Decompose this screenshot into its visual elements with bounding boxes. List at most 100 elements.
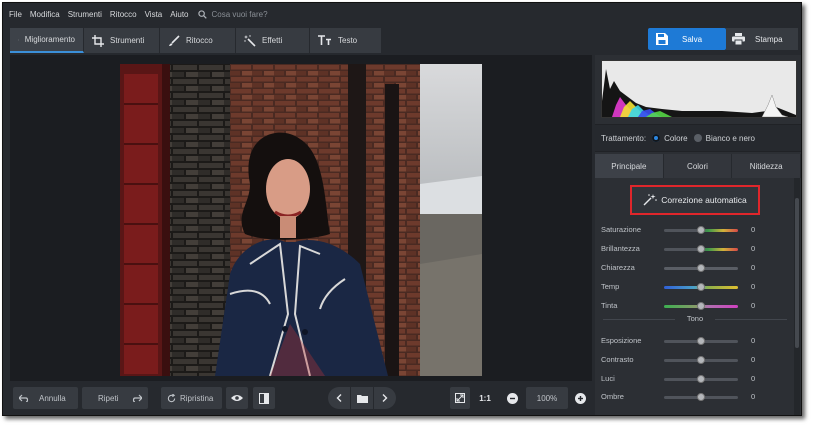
tab-label: Strumenti — [110, 36, 145, 45]
slider-value: 0 — [751, 355, 756, 364]
histogram-graph — [602, 61, 796, 118]
slider-track[interactable] — [664, 226, 738, 234]
panel-scrollbar[interactable] — [794, 178, 800, 415]
chevron-left-icon — [336, 394, 342, 402]
tab-nitidezza-label: Nitidezza — [749, 161, 783, 171]
color-radio-label[interactable]: Colore — [664, 134, 688, 143]
next-image-button[interactable] — [374, 387, 396, 409]
slider-track[interactable] — [664, 264, 738, 272]
actual-size-button[interactable]: 1:1 — [475, 387, 495, 409]
slider-contrasto[interactable]: Contrasto 0 — [595, 354, 795, 366]
reset-button[interactable]: Ripristina — [161, 387, 222, 409]
slider-label: Contrasto — [601, 355, 634, 364]
slider-knob[interactable] — [697, 302, 705, 310]
slider-knob[interactable] — [697, 245, 705, 253]
undo-icon — [19, 394, 29, 402]
bw-radio[interactable] — [693, 134, 702, 142]
tab-label: Testo — [338, 36, 358, 45]
bottom-bar: Annulla Ripeti Ripristina 1:1 100% — [10, 383, 592, 413]
zoom-out-icon — [506, 392, 518, 404]
slider-knob[interactable] — [697, 264, 705, 272]
search-box[interactable]: Cosa vuoi fare? — [198, 9, 268, 19]
slider-track[interactable] — [664, 393, 738, 401]
brush-icon — [169, 34, 180, 46]
treatment-label: Trattamento: — [601, 133, 647, 143]
eye-icon — [231, 395, 243, 401]
undo-button[interactable]: Annulla — [13, 387, 78, 409]
menu-strumenti[interactable]: Strumenti — [68, 10, 102, 19]
tab-principale[interactable]: Principale — [595, 154, 664, 178]
zoom-level-field[interactable]: 100% — [526, 387, 568, 409]
chevron-right-icon — [382, 394, 388, 402]
auto-correction-button[interactable]: Correzione automatica — [630, 185, 760, 215]
tab-testo[interactable]: Testo — [310, 28, 382, 53]
prev-image-button[interactable] — [328, 387, 350, 409]
fit-screen-button[interactable] — [450, 387, 470, 409]
slider-track[interactable] — [664, 302, 738, 310]
tab-principale-label: Principale — [611, 161, 647, 171]
tab-effetti[interactable]: Effetti — [236, 28, 310, 53]
slider-knob[interactable] — [697, 375, 705, 383]
tab-label: Miglioramento — [24, 35, 75, 44]
slider-track[interactable] — [664, 337, 738, 345]
magic-wand-icon — [244, 34, 256, 47]
tab-nitidezza[interactable]: Nitidezza — [732, 154, 801, 178]
slider-value: 0 — [751, 225, 756, 234]
bw-radio-label[interactable]: Bianco e nero — [706, 134, 755, 143]
search-icon — [198, 9, 208, 19]
slider-luci[interactable]: Luci 0 — [595, 373, 795, 385]
menu-ritocco[interactable]: Ritocco — [110, 10, 137, 19]
save-icon — [656, 33, 668, 45]
save-button[interactable]: Salva — [648, 28, 726, 50]
preview-toggle-button[interactable] — [226, 387, 248, 409]
tab-label: Ritocco — [186, 36, 213, 45]
slider-knob[interactable] — [697, 356, 705, 364]
redo-button[interactable]: Ripeti — [82, 387, 148, 409]
print-label: Stampa — [755, 34, 783, 44]
slider-track[interactable] — [664, 375, 738, 383]
slider-knob[interactable] — [697, 283, 705, 291]
slider-tinta[interactable]: Tinta 0 — [595, 300, 795, 312]
tab-strumenti[interactable]: Strumenti — [84, 28, 160, 53]
menu-vista[interactable]: Vista — [145, 10, 163, 19]
image-canvas[interactable] — [10, 55, 592, 381]
slider-value: 0 — [751, 374, 756, 383]
open-folder-button[interactable] — [351, 387, 373, 409]
slider-track[interactable] — [664, 283, 738, 291]
fit-screen-icon — [455, 393, 465, 403]
slider-track[interactable] — [664, 245, 738, 253]
print-button[interactable]: Stampa — [726, 28, 798, 50]
tab-ritocco[interactable]: Ritocco — [160, 28, 236, 53]
redo-label: Ripeti — [98, 393, 119, 403]
color-radio[interactable] — [652, 134, 661, 142]
slider-label: Temp — [601, 282, 620, 291]
tab-miglioramento[interactable]: Miglioramento — [10, 28, 84, 53]
slider-knob[interactable] — [697, 337, 705, 345]
photo-image — [120, 64, 482, 376]
slider-label: Ombre — [601, 392, 624, 401]
slider-track[interactable] — [664, 356, 738, 364]
slider-esposizione[interactable]: Esposizione 0 — [595, 335, 795, 347]
slider-brillantezza[interactable]: Brillantezza 0 — [595, 243, 795, 255]
slider-value: 0 — [751, 263, 756, 272]
slider-saturazione[interactable]: Saturazione 0 — [595, 224, 795, 236]
compare-button[interactable] — [253, 387, 275, 409]
menu-modifica[interactable]: Modifica — [30, 10, 60, 19]
menu-bar: File Modifica Strumenti Ritocco Vista Ai… — [3, 3, 801, 25]
menu-file[interactable]: File — [9, 10, 22, 19]
actual-size-label: 1:1 — [479, 393, 491, 403]
tab-colori[interactable]: Colori — [663, 154, 733, 178]
slider-knob[interactable] — [697, 393, 705, 401]
zoom-out-button[interactable] — [502, 387, 522, 409]
slider-ombre[interactable]: Ombre 0 — [595, 391, 795, 403]
photo-preview — [120, 64, 482, 376]
slider-chiarezza[interactable]: Chiarezza 0 — [595, 262, 795, 274]
auto-correction-label: Correzione automatica — [661, 195, 747, 205]
menu-aiuto[interactable]: Aiuto — [170, 10, 188, 19]
scrollbar-thumb[interactable] — [795, 198, 799, 348]
compare-icon — [259, 392, 269, 404]
slider-label: Esposizione — [601, 336, 642, 345]
slider-temp[interactable]: Temp 0 — [595, 281, 795, 293]
slider-knob[interactable] — [697, 226, 705, 234]
zoom-in-button[interactable] — [570, 387, 590, 409]
